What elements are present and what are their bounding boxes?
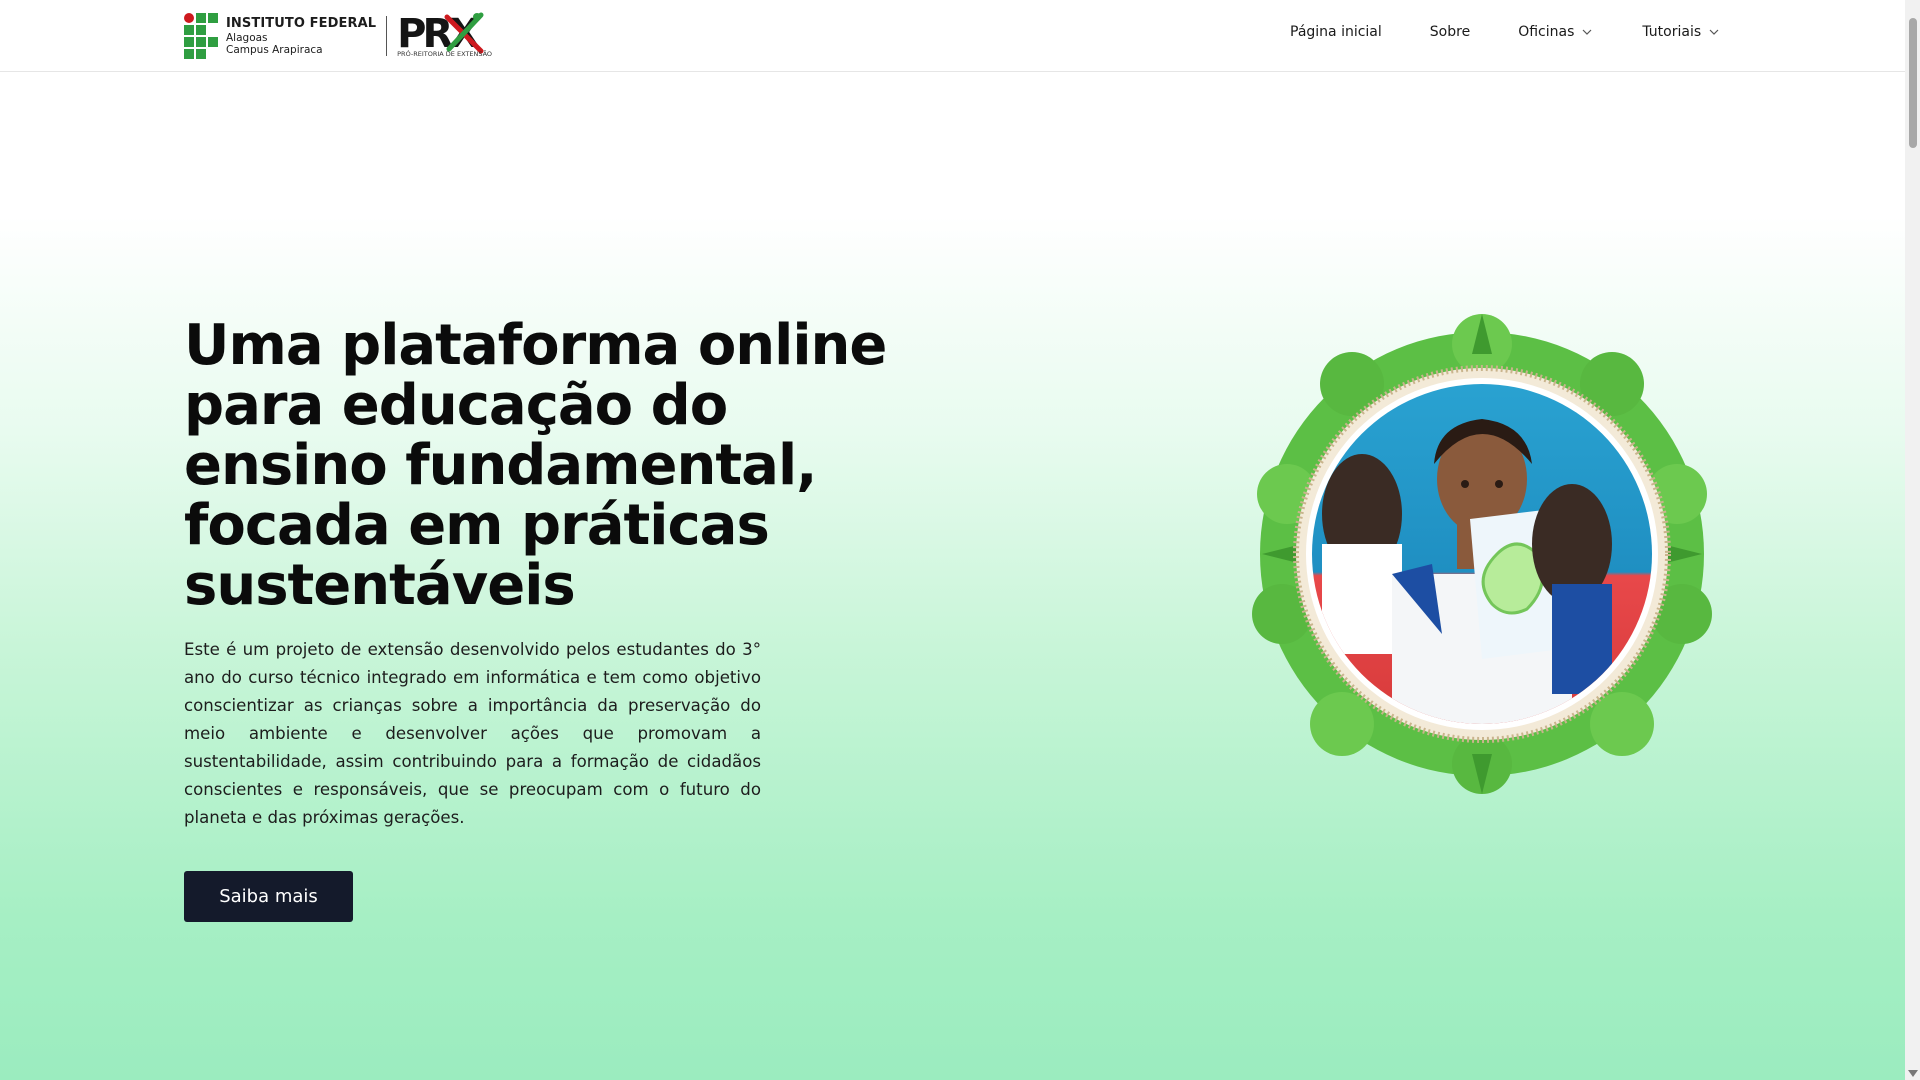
- scroll-down-arrow-icon[interactable]: [1908, 1070, 1918, 1077]
- nav-tutorials-label: Tutoriais: [1642, 24, 1702, 40]
- institute-campus: Campus Arapiraca: [226, 43, 323, 56]
- nav-tutorials-dropdown[interactable]: Tutoriais: [1642, 24, 1719, 40]
- nav-about[interactable]: Sobre: [1430, 24, 1470, 40]
- logo-link[interactable]: INSTITUTO FEDERAL Alagoas Campus Arapira…: [184, 10, 493, 62]
- vertical-scrollbar[interactable]: [1905, 0, 1920, 1080]
- logo-divider: [386, 16, 388, 56]
- nav-about-label: Sobre: [1429, 24, 1471, 40]
- hero-illustration: [1252, 314, 1712, 794]
- site-header: INSTITUTO FEDERAL Alagoas Campus Arapira…: [0, 0, 1905, 72]
- page-background: INSTITUTO FEDERAL Alagoas Campus Arapira…: [0, 0, 1905, 1080]
- prx-logo: PRX PRÓ-REITORIA DE EXTENSÃO: [397, 11, 493, 61]
- nav-home-label: Página inicial: [1290, 24, 1382, 40]
- main-nav: Página inicial Sobre Oficinas Tutoriais: [1290, 24, 1719, 40]
- nav-workshops-dropdown[interactable]: Oficinas: [1518, 24, 1592, 40]
- prx-x-mark-icon: [444, 12, 484, 54]
- chevron-down-icon: [1582, 29, 1592, 35]
- hero-description: Este é um projeto de extensão desenvolvi…: [184, 640, 761, 827]
- scrollbar-thumb[interactable]: [1909, 18, 1917, 148]
- hero-title: Uma plataforma online para educação do e…: [184, 313, 887, 618]
- institute-state: Alagoas: [226, 31, 268, 44]
- prx-subtitle: PRÓ-REITORIA DE EXTENSÃO: [397, 50, 493, 58]
- nav-home[interactable]: Página inicial: [1290, 24, 1382, 40]
- chevron-down-icon: [1709, 29, 1719, 35]
- if-logo-icon: [184, 13, 220, 59]
- institute-name: INSTITUTO FEDERAL Alagoas Campus Arapira…: [226, 17, 376, 56]
- institute-title: INSTITUTO FEDERAL: [226, 15, 377, 31]
- nav-workshops-label: Oficinas: [1518, 24, 1575, 40]
- learn-more-button[interactable]: Saiba mais: [184, 871, 353, 922]
